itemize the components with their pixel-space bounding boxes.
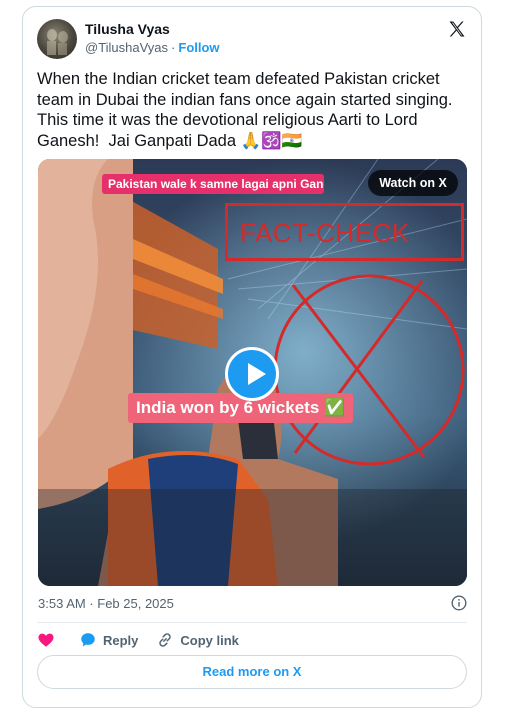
heart-icon <box>38 633 54 647</box>
copy-link-button[interactable]: Copy link <box>156 631 239 649</box>
copy-link-label: Copy link <box>180 632 239 648</box>
read-more-button[interactable]: Read more on X <box>37 655 467 689</box>
x-logo-icon[interactable] <box>447 19 467 39</box>
reply-label: Reply <box>103 632 139 648</box>
tweet-timestamp[interactable]: 3:53 AM · Feb 25, 2025 <box>38 596 174 611</box>
handle-line: @TilushaVyas · Follow <box>85 40 220 55</box>
link-icon <box>159 633 172 647</box>
avatar[interactable] <box>37 19 77 59</box>
separator: · <box>171 40 176 55</box>
reply-bubble-icon <box>81 633 95 647</box>
fact-check-label: FACT-CHECK <box>240 218 410 248</box>
user-handle[interactable]: @TilushaVyas <box>85 40 168 55</box>
avatar-image <box>47 29 68 55</box>
tweet-card: Tilusha Vyas @TilushaVyas · Follow When th… <box>22 6 482 708</box>
reply-button[interactable]: Reply <box>79 631 138 649</box>
play-button-icon[interactable] <box>225 347 279 401</box>
follow-button[interactable]: Follow <box>178 40 219 55</box>
like-button[interactable] <box>37 631 61 649</box>
video-media[interactable]: Pakistan wale k samne lagai apni Ganesh … <box>38 159 467 586</box>
video-caption-top: Pakistan wale k samne lagai apni Ganesh … <box>102 174 324 194</box>
tweet-text: When the Indian cricket team defeated Pa… <box>37 70 457 150</box>
fact-check-box: FACT-CHECK <box>225 203 464 261</box>
watch-on-x-button[interactable]: Watch on X <box>368 170 458 196</box>
info-icon[interactable] <box>451 595 467 611</box>
action-bar: Reply Copy link <box>37 629 257 651</box>
divider <box>37 622 467 623</box>
display-name[interactable]: Tilusha Vyas <box>85 21 170 37</box>
